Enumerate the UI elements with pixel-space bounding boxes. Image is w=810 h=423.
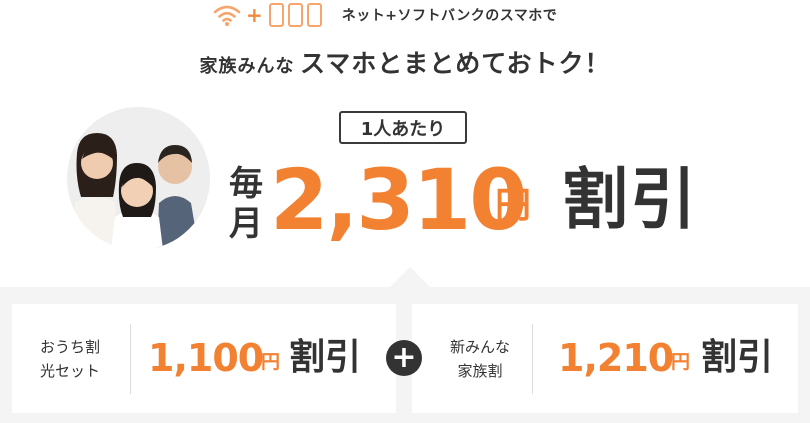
headline-small: 家族みんな	[199, 56, 295, 77]
smartphone-icon	[306, 3, 322, 27]
card-divider	[130, 324, 131, 394]
wifi-icon	[213, 5, 241, 26]
card-amount: 1,100	[148, 336, 264, 380]
smartphones-group	[268, 3, 322, 27]
family-photo	[67, 107, 210, 250]
tagline: ネット+ソフトバンクのスマホで	[341, 8, 558, 24]
monthly-label-line1: 毎	[229, 164, 263, 204]
main-discount-amount: 2,310	[270, 151, 528, 249]
card-yen-unit: 円	[671, 351, 691, 373]
breakdown-card-family: 新みんな 家族割 1,210 円 割引	[412, 304, 798, 413]
card-yen-unit: 円	[261, 351, 281, 373]
headline-big: スマホとまとめておトク！	[300, 49, 611, 78]
card-discount-label: 割引	[289, 337, 362, 378]
monthly-label-line2: 月	[229, 204, 263, 244]
monthly-label: 毎 月	[226, 164, 266, 244]
card-amount: 1,210	[558, 336, 674, 380]
breakdown-card-ouchi: おうち割 光セット 1,100 円 割引	[12, 304, 396, 413]
card-label-line1: おうち割	[40, 337, 101, 356]
headline: 家族みんな スマホとまとめておトク！	[0, 44, 810, 80]
plus-icon: +	[246, 3, 263, 27]
main-discount-label: 割引	[562, 161, 698, 238]
plus-circle-icon: +	[386, 340, 422, 376]
card-label-line1: 新みんな	[449, 337, 510, 356]
header-icons-row: + ネット+ソフトバンクのスマホで	[212, 0, 557, 30]
smartphone-icon	[268, 3, 284, 27]
card-label-line2: 家族割	[457, 361, 503, 380]
card-divider	[532, 324, 533, 394]
panel-pointer	[390, 267, 430, 287]
smartphone-icon	[287, 3, 303, 27]
card-label-line2: 光セット	[40, 361, 101, 380]
card-discount-label: 割引	[701, 337, 774, 378]
main-yen-unit: 円	[495, 185, 532, 226]
card-label: 新みんな 家族割	[430, 304, 530, 413]
card-label: おうち割 光セット	[40, 304, 140, 413]
per-person-badge: 1人あたり	[339, 111, 467, 144]
